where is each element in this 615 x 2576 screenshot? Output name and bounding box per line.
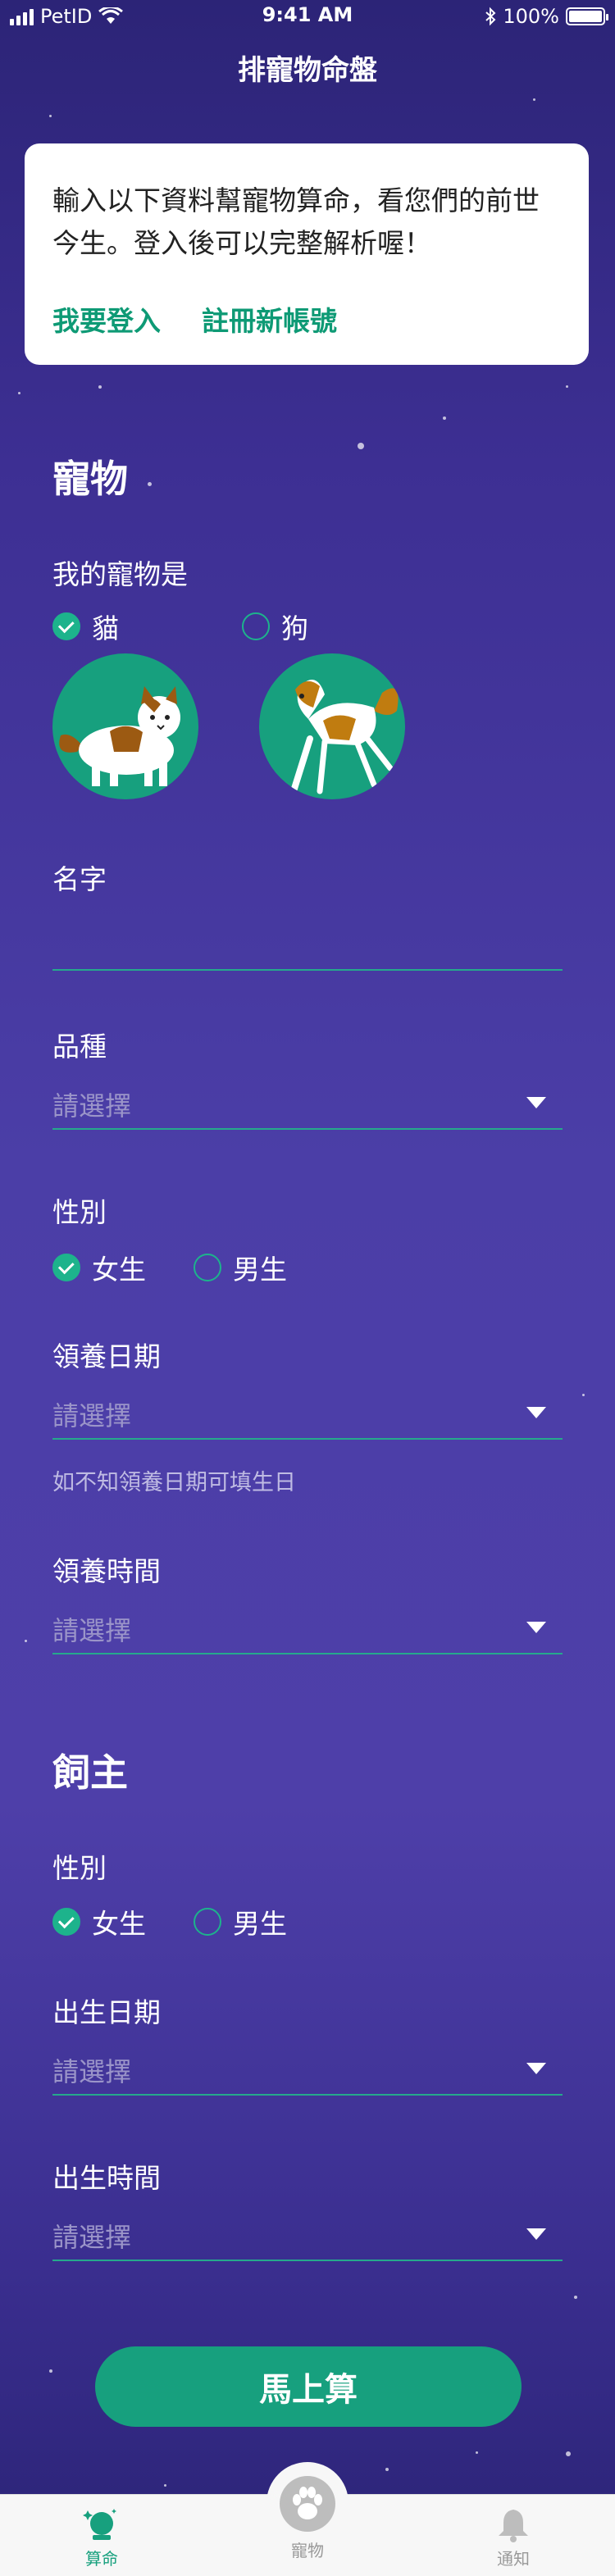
adopt-date-label: 領養日期 (52, 1340, 161, 1372)
battery-percent: 100% (503, 5, 559, 28)
cat-illustration[interactable] (52, 653, 198, 799)
pet-type-dog-label: 狗 (281, 612, 308, 644)
register-link[interactable]: 註冊新帳號 (202, 299, 337, 339)
unchecked-radio-icon (194, 1254, 221, 1281)
adopt-date-hint: 如不知領養日期可填生日 (52, 1470, 296, 1495)
owner-gender-female-label: 女生 (92, 1908, 146, 1940)
breed-placeholder: 請選擇 (52, 1090, 132, 1122)
owner-gender-male-label: 男生 (233, 1908, 287, 1940)
calculate-button[interactable]: 馬上算 (95, 2346, 522, 2427)
pet-gender-female-label: 女生 (92, 1254, 146, 1286)
tab-pets-label: 寵物 (291, 2541, 324, 2560)
dropdown-arrow-icon (526, 1622, 546, 1633)
tab-notifications-label: 通知 (497, 2549, 530, 2569)
tab-bar: 算命 寵物 通知 (0, 2462, 615, 2576)
pet-gender-female-radio[interactable]: 女生 (52, 1248, 146, 1287)
breed-select[interactable]: 請選擇 (52, 1081, 563, 1130)
pet-gender-male-radio[interactable]: 男生 (194, 1248, 287, 1287)
dog-illustration[interactable] (259, 653, 405, 799)
fortune-crystal-icon (83, 2509, 116, 2540)
tab-fortune[interactable]: 算命 (52, 2503, 151, 2569)
owner-gender-male-radio[interactable]: 男生 (194, 1902, 287, 1941)
battery-icon (566, 7, 608, 25)
birth-time-label: 出生時間 (52, 2162, 161, 2194)
pet-type-label: 我的寵物是 (52, 558, 188, 590)
pet-type-cat-radio[interactable]: 貓 (52, 607, 119, 646)
status-bar: PetID 9:41 AM 100% (0, 0, 615, 33)
adopt-date-placeholder: 請選擇 (52, 1400, 132, 1431)
dropdown-arrow-icon (526, 2063, 546, 2074)
login-link[interactable]: 我要登入 (52, 299, 161, 339)
page-title: 排寵物命盤 (238, 54, 377, 87)
owner-section-title: 飼主 (52, 1750, 128, 1795)
paw-icon (280, 2476, 335, 2532)
login-prompt-message: 輸入以下資料幫寵物算命，看您們的前世今生。登入後可以完整解析喔！ (52, 184, 540, 259)
birth-time-placeholder: 請選擇 (52, 2222, 132, 2253)
birth-date-placeholder: 請選擇 (52, 2056, 132, 2087)
unchecked-radio-icon (194, 1908, 221, 1936)
breed-label: 品種 (52, 1031, 107, 1063)
birth-date-select[interactable]: 請選擇 (52, 2046, 563, 2096)
tab-pets[interactable]: 寵物 (258, 2470, 357, 2561)
checked-radio-icon (52, 1254, 80, 1281)
pet-name-input[interactable] (52, 922, 563, 971)
owner-gender-female-radio[interactable]: 女生 (52, 1902, 146, 1941)
pet-gender-male-label: 男生 (233, 1254, 287, 1286)
dropdown-arrow-icon (526, 1097, 546, 1108)
dropdown-arrow-icon (526, 1407, 546, 1418)
tab-notifications[interactable]: 通知 (464, 2503, 563, 2569)
checked-radio-icon (52, 1908, 80, 1936)
adopt-time-select[interactable]: 請選擇 (52, 1605, 563, 1654)
pet-type-dog-radio[interactable]: 狗 (242, 607, 308, 646)
pet-name-label: 名字 (52, 863, 107, 895)
dropdown-arrow-icon (526, 2228, 546, 2240)
tab-fortune-label: 算命 (85, 2549, 118, 2569)
owner-gender-label: 性別 (52, 1852, 107, 1884)
pet-gender-label: 性別 (52, 1196, 107, 1228)
birth-time-select[interactable]: 請選擇 (52, 2212, 563, 2261)
login-prompt-card: 輸入以下資料幫寵物算命，看您們的前世今生。登入後可以完整解析喔！ 我要登入 註冊… (25, 143, 589, 365)
bluetooth-icon (485, 7, 496, 26)
unchecked-radio-icon (242, 612, 270, 640)
bell-icon (499, 2510, 528, 2542)
adopt-time-label: 領養時間 (52, 1555, 161, 1587)
pet-type-cat-label: 貓 (92, 612, 119, 644)
birth-date-label: 出生日期 (52, 1996, 161, 2028)
pet-section-title: 寵物 (52, 457, 128, 501)
adopt-time-placeholder: 請選擇 (52, 1615, 132, 1646)
checked-radio-icon (52, 612, 80, 640)
adopt-date-select[interactable]: 請選擇 (52, 1390, 563, 1440)
